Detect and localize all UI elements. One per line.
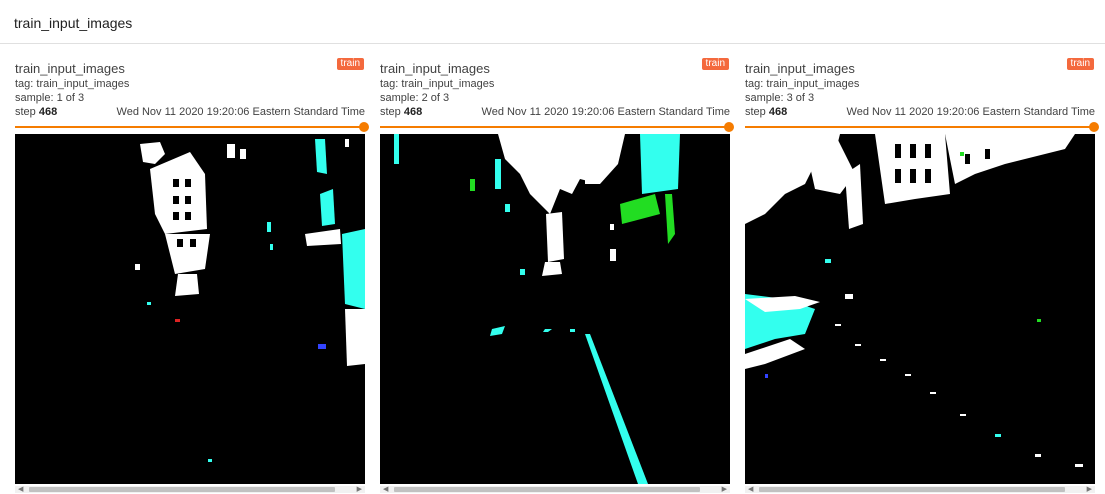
- step-label: step: [15, 106, 36, 118]
- section-header: train_input_images: [0, 0, 1105, 44]
- step-label: step: [745, 106, 766, 118]
- slider-thumb[interactable]: [359, 122, 369, 132]
- scroll-thumb[interactable]: [29, 487, 335, 492]
- run-badge: train: [1066, 58, 1094, 70]
- slider-thumb[interactable]: [1089, 122, 1099, 132]
- image-card-3: train_input_images train tag: train_inpu…: [745, 55, 1099, 493]
- step-slider[interactable]: [745, 122, 1099, 132]
- sample-label: sample: 2 of 3: [380, 92, 450, 104]
- run-badge: train: [336, 58, 364, 70]
- horizontal-scrollbar[interactable]: ◀ ▶: [380, 486, 730, 493]
- step-slider[interactable]: [380, 122, 734, 132]
- timestamp: Wed Nov 11 2020 19:20:06 Eastern Standar…: [116, 106, 365, 118]
- tag-label: tag: train_input_images: [380, 78, 495, 90]
- step-slider[interactable]: [15, 122, 369, 132]
- timestamp: Wed Nov 11 2020 19:20:06 Eastern Standar…: [481, 106, 730, 118]
- step-value: 468: [403, 106, 423, 118]
- tag-label: tag: train_input_images: [745, 78, 860, 90]
- card-title: train_input_images: [15, 61, 125, 76]
- image-card-2: train_input_images train tag: train_inpu…: [380, 55, 734, 493]
- step-value: 468: [768, 106, 788, 118]
- sample-image: [745, 134, 1095, 484]
- sample-image: [15, 134, 365, 484]
- timestamp: Wed Nov 11 2020 19:20:06 Eastern Standar…: [846, 106, 1095, 118]
- scroll-thumb[interactable]: [759, 487, 1065, 492]
- sample-image: [380, 134, 730, 484]
- card-title: train_input_images: [745, 61, 855, 76]
- step-info: step 468: [380, 106, 422, 118]
- sample-label: sample: 3 of 3: [745, 92, 815, 104]
- card-title: train_input_images: [380, 61, 490, 76]
- step-value: 468: [38, 106, 58, 118]
- tag-label: tag: train_input_images: [15, 78, 130, 90]
- sample-image-graphic: [380, 134, 730, 484]
- horizontal-scrollbar[interactable]: ◀ ▶: [15, 486, 365, 493]
- sample-image-graphic: [745, 134, 1095, 484]
- slider-thumb[interactable]: [724, 122, 734, 132]
- section-title: train_input_images: [14, 15, 133, 31]
- sample-image-graphic: [15, 134, 365, 484]
- scroll-thumb[interactable]: [394, 487, 700, 492]
- sample-label: sample: 1 of 3: [15, 92, 85, 104]
- step-info: step 468: [745, 106, 787, 118]
- step-info: step 468: [15, 106, 57, 118]
- step-label: step: [380, 106, 401, 118]
- horizontal-scrollbar[interactable]: ◀ ▶: [745, 486, 1095, 493]
- run-badge: train: [701, 58, 729, 70]
- image-card-1: train_input_images train tag: train_inpu…: [15, 55, 369, 493]
